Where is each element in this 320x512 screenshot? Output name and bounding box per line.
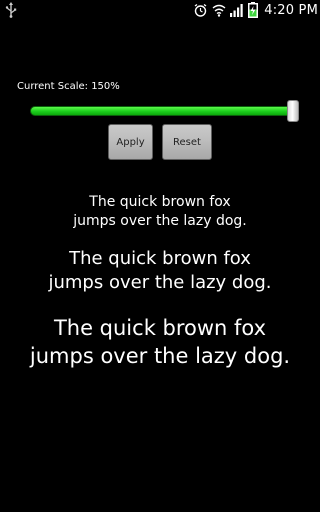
wifi-icon [212, 3, 226, 17]
preview-line-1: The quick brown fox [69, 248, 251, 269]
preview-line-1: The quick brown fox [53, 316, 267, 340]
preview-text-large: The quick brown fox jumps over the lazy … [0, 314, 320, 370]
apply-button[interactable]: Apply [108, 124, 153, 160]
preview-line-2: jumps over the lazy dog. [73, 213, 247, 229]
scale-slider[interactable] [27, 100, 299, 124]
status-icons: 4:20 PM [193, 1, 318, 19]
current-scale-label: Current Scale: 150% [17, 81, 120, 92]
usb-icon [4, 2, 18, 18]
preview-line-2: jumps over the lazy dog. [29, 344, 291, 368]
preview-line-2: jumps over the lazy dog. [48, 272, 272, 293]
signal-icon [230, 3, 244, 17]
battery-charging-icon [248, 2, 259, 18]
status-time: 4:20 PM [264, 2, 318, 18]
status-bar: 4:20 PM [0, 0, 320, 20]
reset-button[interactable]: Reset [162, 124, 212, 160]
slider-track-fill [30, 106, 293, 116]
preview-text-small: The quick brown fox jumps over the lazy … [0, 193, 320, 231]
preview-text-medium: The quick brown fox jumps over the lazy … [0, 247, 320, 295]
slider-thumb[interactable] [287, 100, 299, 122]
alarm-icon [193, 3, 208, 18]
preview-line-1: The quick brown fox [89, 194, 231, 210]
